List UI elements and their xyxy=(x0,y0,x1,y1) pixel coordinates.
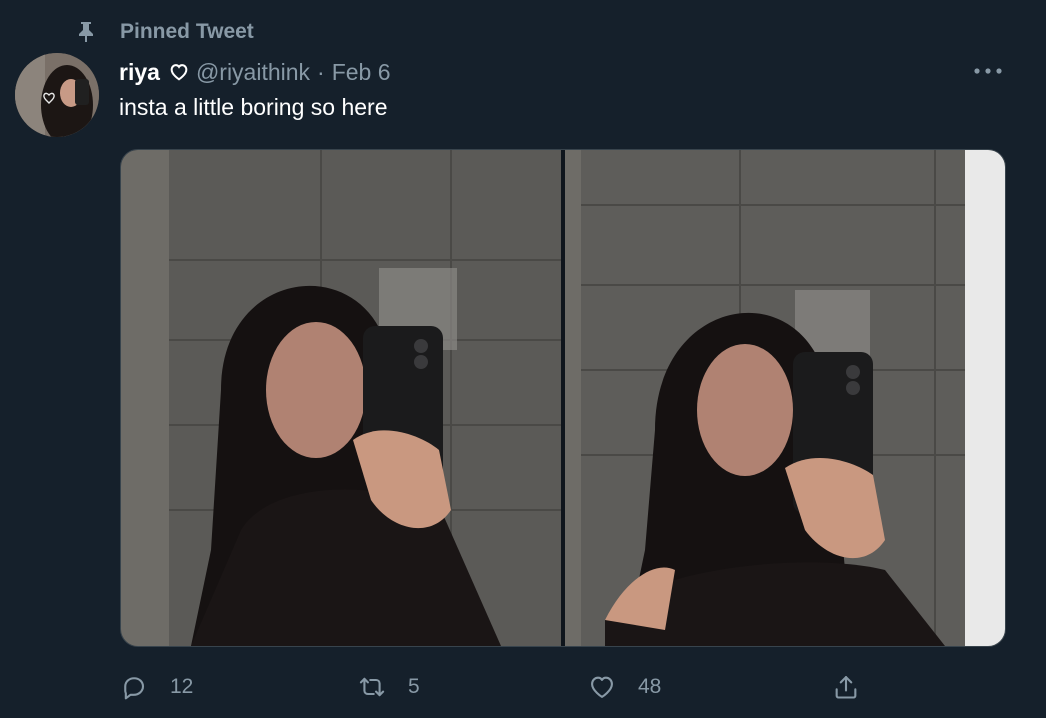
reply-count: 12 xyxy=(170,675,194,698)
reply-button[interactable]: 12 xyxy=(120,668,193,706)
pin-icon xyxy=(74,20,98,44)
tweet-timestamp[interactable]: Feb 6 xyxy=(332,59,391,86)
display-name[interactable]: riya xyxy=(119,59,160,86)
pinned-tweet-indicator: Pinned Tweet xyxy=(74,18,254,46)
more-button[interactable] xyxy=(968,56,1008,86)
like-count: 48 xyxy=(638,675,662,698)
like-icon xyxy=(588,673,616,701)
like-button[interactable]: 48 xyxy=(588,668,661,706)
tweet-photo-2[interactable] xyxy=(565,150,1005,646)
tweet-media xyxy=(120,149,1006,647)
tweet-photo-1[interactable] xyxy=(121,150,561,646)
separator-dot: · xyxy=(317,58,325,85)
share-icon xyxy=(832,673,860,701)
reply-icon xyxy=(120,673,148,701)
retweet-button[interactable]: 5 xyxy=(358,668,420,706)
heart-outline-icon xyxy=(168,61,190,83)
tweet-actions: 12 5 48 xyxy=(120,668,880,706)
retweet-count: 5 xyxy=(408,675,420,698)
pinned-label: Pinned Tweet xyxy=(120,20,254,43)
more-icon xyxy=(973,62,1003,80)
tweet-text: insta a little boring so here xyxy=(119,94,388,120)
tweet-header: riya @riyaithink · Feb 6 xyxy=(119,56,391,88)
share-button[interactable] xyxy=(832,668,882,706)
user-handle[interactable]: @riyaithink xyxy=(196,59,310,86)
retweet-icon xyxy=(358,673,386,701)
avatar[interactable] xyxy=(15,53,99,137)
